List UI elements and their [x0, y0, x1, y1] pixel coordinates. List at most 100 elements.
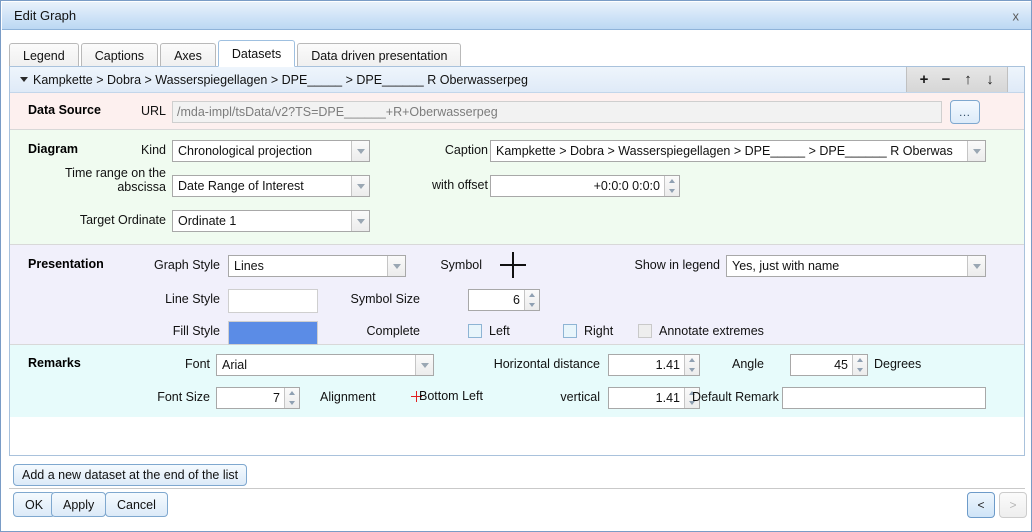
time-range-select[interactable]: Date Range of Interest [172, 175, 370, 197]
kind-select[interactable]: Chronological projection [172, 140, 370, 162]
symbol-size-increment-icon[interactable] [525, 290, 539, 300]
horizontal-distance-value: 1.41 [609, 355, 684, 375]
move-down-icon[interactable]: ↓ [979, 69, 1001, 91]
presentation-section: Presentation Graph Style Lines Symbol Sh… [10, 245, 1024, 345]
symbol-size-decrement-icon[interactable] [525, 300, 539, 310]
chevron-down-icon[interactable] [387, 256, 405, 276]
vertical-distance-stepper[interactable]: 1.41 [608, 387, 700, 409]
chevron-down-icon[interactable] [20, 77, 28, 82]
chevron-down-icon[interactable] [351, 176, 369, 196]
horizontal-distance-decrement-icon[interactable] [685, 365, 699, 375]
datasets-panel: Kampkette > Dobra > Wasserspiegellagen >… [9, 66, 1025, 456]
symbol-size-stepper-buttons[interactable] [524, 290, 539, 310]
tab-datasets-label: Datasets [232, 47, 281, 61]
angle-stepper[interactable]: 45 [790, 354, 868, 376]
url-field[interactable]: /mda-impl/tsData/v2?TS=DPE______+R+Oberw… [172, 101, 942, 123]
add-dataset-button-label: Add a new dataset at the end of the list [22, 468, 238, 482]
fill-style-label: Fill Style [120, 324, 220, 338]
presentation-section-title: Presentation [28, 257, 104, 271]
font-size-stepper-buttons[interactable] [284, 388, 299, 408]
dataset-toolbar: + − ↑ ↓ [906, 67, 1008, 92]
horizontal-distance-increment-icon[interactable] [685, 355, 699, 365]
angle-stepper-buttons[interactable] [852, 355, 867, 375]
previous-dataset-button[interactable]: < [967, 492, 995, 518]
close-icon[interactable]: x [1013, 9, 1020, 22]
offset-decrement-icon[interactable] [665, 186, 679, 196]
show-in-legend-select[interactable]: Yes, just with name [726, 255, 986, 277]
font-size-value: 7 [217, 388, 284, 408]
tab-legend-label: Legend [23, 49, 65, 63]
target-ordinate-select-value: Ordinate 1 [173, 214, 351, 228]
remarks-section: Remarks Font Arial Horizontal distance 1… [10, 345, 1024, 417]
tab-captions-label: Captions [95, 49, 144, 63]
ok-button-label: OK [25, 498, 43, 512]
font-size-decrement-icon[interactable] [285, 398, 299, 408]
remove-dataset-icon[interactable]: − [935, 69, 957, 91]
offset-increment-icon[interactable] [665, 176, 679, 186]
alignment-label: Alignment [320, 390, 376, 404]
complete-right-label: Right [584, 324, 613, 338]
caption-select-value: Kampkette > Dobra > Wasserspiegellagen >… [491, 144, 967, 158]
ok-button[interactable]: OK [13, 492, 55, 517]
add-dataset-icon[interactable]: + [913, 69, 935, 91]
footer-divider [9, 488, 1025, 489]
horizontal-distance-stepper-buttons[interactable] [684, 355, 699, 375]
symbol-label: Symbol [410, 258, 482, 272]
symbol-size-value: 6 [469, 290, 524, 310]
graph-style-select[interactable]: Lines [228, 255, 406, 277]
kind-select-value: Chronological projection [173, 144, 351, 158]
complete-left-checkbox[interactable] [468, 324, 482, 338]
tab-datasets[interactable]: Datasets [218, 40, 295, 67]
font-size-increment-icon[interactable] [285, 388, 299, 398]
add-dataset-button[interactable]: Add a new dataset at the end of the list [13, 464, 247, 486]
dataset-path-label: Kampkette > Dobra > Wasserspiegellagen >… [33, 73, 528, 87]
chevron-down-icon[interactable] [351, 141, 369, 161]
angle-increment-icon[interactable] [853, 355, 867, 365]
target-ordinate-label: Target Ordinate [46, 213, 166, 227]
tab-data-driven-presentation[interactable]: Data driven presentation [297, 43, 461, 67]
chevron-down-icon[interactable] [967, 141, 985, 161]
chevron-down-icon[interactable] [415, 355, 433, 375]
symbol-size-stepper[interactable]: 6 [468, 289, 540, 311]
url-browse-button[interactable]: … [950, 100, 980, 124]
tab-axes-label: Axes [174, 49, 202, 63]
angle-value: 45 [791, 355, 852, 375]
angle-label: Angle [716, 357, 764, 371]
target-ordinate-select[interactable]: Ordinate 1 [172, 210, 370, 232]
tab-legend[interactable]: Legend [9, 43, 79, 67]
font-size-stepper[interactable]: 7 [216, 387, 300, 409]
show-in-legend-label: Show in legend [600, 258, 720, 272]
angle-decrement-icon[interactable] [853, 365, 867, 375]
tab-axes[interactable]: Axes [160, 43, 216, 67]
horizontal-distance-stepper[interactable]: 1.41 [608, 354, 700, 376]
dataset-header-row[interactable]: Kampkette > Dobra > Wasserspiegellagen >… [10, 67, 1024, 93]
move-up-icon[interactable]: ↑ [957, 69, 979, 91]
annotate-extremes-checkbox[interactable] [638, 324, 652, 338]
next-dataset-button[interactable]: > [999, 492, 1027, 518]
annotate-extremes-label: Annotate extremes [659, 324, 764, 338]
next-dataset-label: > [1009, 498, 1016, 512]
url-label: URL [130, 104, 166, 118]
vertical-distance-value: 1.41 [609, 388, 684, 408]
chevron-down-icon[interactable] [351, 211, 369, 231]
previous-dataset-label: < [977, 498, 984, 512]
offset-stepper-buttons[interactable] [664, 176, 679, 196]
fill-style-swatch[interactable] [228, 321, 318, 345]
kind-label: Kind [106, 143, 166, 157]
degrees-label: Degrees [874, 357, 921, 371]
default-remark-input[interactable] [782, 387, 986, 409]
complete-label: Complete [340, 324, 420, 338]
tab-captions[interactable]: Captions [81, 43, 158, 67]
cross-symbol-icon[interactable] [500, 252, 526, 278]
complete-left-label: Left [489, 324, 510, 338]
remarks-section-title: Remarks [28, 356, 81, 370]
font-select[interactable]: Arial [216, 354, 434, 376]
complete-right-checkbox[interactable] [563, 324, 577, 338]
chevron-down-icon[interactable] [967, 256, 985, 276]
graph-style-label: Graph Style [120, 258, 220, 272]
caption-select[interactable]: Kampkette > Dobra > Wasserspiegellagen >… [490, 140, 986, 162]
line-style-swatch[interactable] [228, 289, 318, 313]
offset-stepper[interactable]: +0:0:0 0:0:0 [490, 175, 680, 197]
cancel-button[interactable]: Cancel [105, 492, 168, 517]
apply-button[interactable]: Apply [51, 492, 106, 517]
